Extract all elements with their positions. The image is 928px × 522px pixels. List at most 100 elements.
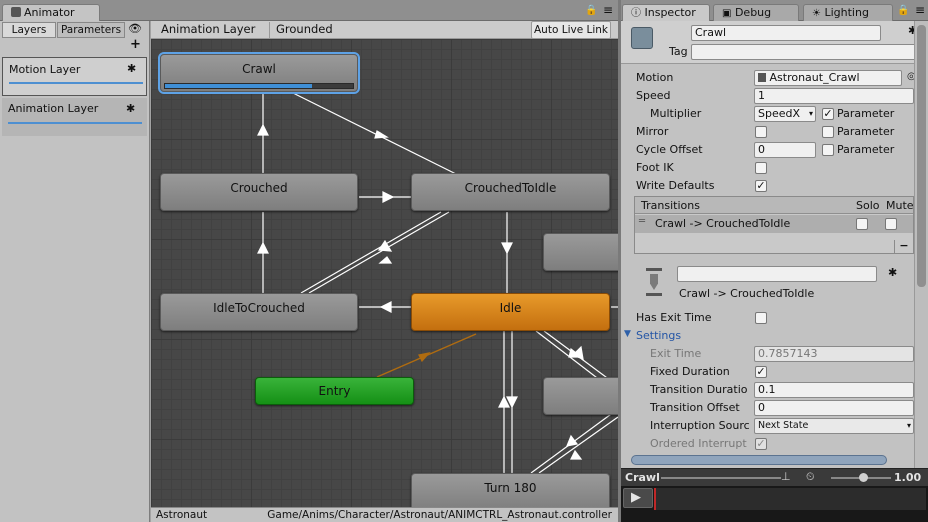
state-offscreen[interactable] bbox=[543, 377, 618, 415]
foot-ik-checkbox[interactable] bbox=[755, 162, 767, 174]
speed-field[interactable]: 1 bbox=[754, 88, 914, 104]
slider-thumb[interactable] bbox=[859, 473, 868, 482]
layer-item[interactable]: Animation Layer ✱ bbox=[2, 98, 147, 136]
inspector-scrollbar[interactable] bbox=[914, 21, 928, 468]
transition-arrows bbox=[257, 91, 618, 474]
state-offscreen[interactable] bbox=[543, 233, 618, 271]
transition-name-field[interactable] bbox=[677, 266, 877, 282]
lock-icon[interactable]: 🔒 bbox=[897, 5, 909, 16]
mute-checkbox[interactable] bbox=[885, 218, 897, 230]
transition-icon bbox=[644, 268, 664, 296]
transition-row[interactable]: ═ Crawl -> CrouchedToIdle bbox=[635, 215, 913, 233]
auto-live-link-button[interactable]: Auto Live Link bbox=[531, 21, 611, 39]
graph-canvas[interactable]: Crawl Crouched CrouchedToIdle IdleToCrou… bbox=[151, 39, 618, 507]
multiplier-parameter-checkbox[interactable]: ✓ bbox=[822, 108, 834, 120]
menu-icon[interactable]: ≡ bbox=[915, 3, 925, 17]
breadcrumb-item[interactable]: Animation Layer bbox=[155, 22, 261, 38]
preview-timeline[interactable] bbox=[656, 488, 926, 510]
transition-duration-field[interactable]: 0.1 bbox=[754, 382, 914, 398]
fixed-duration-checkbox[interactable]: ✓ bbox=[755, 366, 767, 378]
progress-fill bbox=[165, 84, 312, 88]
exit-time-field[interactable]: 0.7857143 bbox=[754, 346, 914, 362]
inspector-tab[interactable]: ⓘ Inspector bbox=[622, 4, 710, 21]
multiplier-dropdown[interactable]: SpeedX ▾ bbox=[754, 106, 816, 122]
gear-icon[interactable]: ✱ bbox=[888, 266, 897, 279]
layer-item[interactable]: Motion Layer ✱ bbox=[2, 57, 147, 96]
state-idle[interactable]: Idle bbox=[411, 293, 610, 331]
scrollbar-thumb[interactable] bbox=[917, 25, 926, 287]
chevron-down-icon: ▾ bbox=[906, 421, 911, 430]
transitions-title: Transitions bbox=[641, 199, 700, 212]
transitions-header: Transitions Solo Mute bbox=[635, 197, 914, 214]
mirror-parameter-checkbox[interactable] bbox=[822, 126, 834, 138]
solo-checkbox[interactable] bbox=[856, 218, 868, 230]
cycle-offset-parameter-checkbox[interactable] bbox=[822, 144, 834, 156]
settings-foldout-icon[interactable]: ▼ bbox=[624, 329, 631, 339]
state-progress-bar bbox=[164, 83, 354, 89]
mirror-checkbox[interactable] bbox=[755, 126, 767, 138]
ordered-interruption-checkbox[interactable]: ✓ bbox=[755, 438, 767, 450]
tag-label: Tag bbox=[669, 45, 688, 58]
layers-panel: Layers Parameters 👁 + Motion Layer ✱ Ani… bbox=[0, 21, 150, 522]
state-crouched-to-idle[interactable]: CrouchedToIdle bbox=[411, 173, 610, 211]
preview-clip-name: Crawl bbox=[625, 471, 660, 484]
parameters-tab[interactable]: Parameters bbox=[57, 22, 125, 38]
motion-label: Motion bbox=[636, 71, 674, 84]
state-turn-180[interactable]: Turn 180 bbox=[411, 473, 610, 507]
timeline-scrollbar[interactable] bbox=[621, 452, 914, 468]
animator-window-tab[interactable]: Animator bbox=[2, 4, 100, 21]
preview-speed-slider[interactable] bbox=[831, 473, 891, 482]
play-button[interactable]: ▶ bbox=[623, 488, 653, 508]
status-object: Astronaut bbox=[156, 509, 208, 521]
transition-row-label: Crawl -> CrouchedToIdle bbox=[655, 217, 791, 230]
parameter-label: Parameter bbox=[837, 125, 895, 138]
preview-timeline-line bbox=[661, 477, 781, 479]
gear-icon[interactable]: ✱ bbox=[127, 62, 136, 75]
settings-foldout[interactable]: Settings bbox=[636, 329, 681, 342]
inspector-tab-bar: ⓘ Inspector ▣ Debug ☀ Lighting 🔒 ≡ bbox=[621, 0, 928, 21]
speed-icon[interactable]: ⏲ bbox=[806, 470, 815, 484]
exit-time-label: Exit Time bbox=[650, 347, 702, 360]
drag-handle-icon[interactable]: ═ bbox=[639, 216, 645, 227]
preview-speed-value: 1.00 bbox=[894, 471, 922, 484]
pivot-icon[interactable]: ⊥ bbox=[781, 470, 791, 483]
lighting-tab[interactable]: ☀ Lighting bbox=[803, 4, 893, 21]
eye-icon[interactable]: 👁 bbox=[128, 22, 142, 35]
motion-field[interactable]: Astronaut_Crawl bbox=[754, 70, 902, 86]
layer-weight-bar bbox=[9, 82, 143, 84]
state-crawl[interactable]: Crawl bbox=[158, 52, 360, 94]
lock-icon[interactable]: 🔒 bbox=[585, 5, 597, 16]
parameter-label: Parameter bbox=[837, 107, 895, 120]
transition-offset-label: Transition Offset bbox=[650, 401, 740, 414]
status-bar: Astronaut Game/Anims/Character/Astronaut… bbox=[151, 507, 618, 522]
timeline-thumb[interactable] bbox=[631, 455, 887, 465]
arrow-head bbox=[257, 123, 269, 136]
add-layer-button[interactable]: + bbox=[130, 37, 141, 52]
state-idle-to-crouched[interactable]: IdleToCrouched bbox=[160, 293, 358, 331]
debug-tab[interactable]: ▣ Debug bbox=[713, 4, 799, 21]
remove-transition-button[interactable]: − bbox=[894, 240, 914, 254]
state-name-field[interactable]: Crawl bbox=[691, 25, 881, 41]
breadcrumb-item[interactable]: Grounded bbox=[269, 22, 339, 38]
state-header: Crawl Tag ✱ bbox=[621, 21, 921, 64]
preview-toolbar: Crawl ⊥ ⏲ 1.00 bbox=[621, 468, 928, 486]
state-crouched[interactable]: Crouched bbox=[160, 173, 358, 211]
info-icon: ⓘ bbox=[631, 8, 641, 19]
tag-field[interactable] bbox=[691, 44, 916, 60]
interruption-source-label: Interruption Sourc bbox=[650, 419, 750, 432]
parameter-label: Parameter bbox=[837, 143, 895, 156]
animator-tab-bar: Animator 🔒 ≡ bbox=[0, 0, 618, 21]
layers-tab[interactable]: Layers bbox=[2, 22, 56, 38]
has-exit-time-checkbox[interactable] bbox=[755, 312, 767, 324]
layer-weight-bar bbox=[8, 122, 142, 124]
transition-header: ✱ Crawl -> CrouchedToIdle bbox=[634, 262, 914, 304]
cycle-offset-field[interactable]: 0 bbox=[754, 142, 816, 158]
interruption-source-dropdown[interactable]: Next State ▾ bbox=[754, 418, 914, 434]
menu-icon[interactable]: ≡ bbox=[603, 3, 613, 17]
gear-icon[interactable]: ✱ bbox=[126, 102, 135, 115]
fixed-duration-label: Fixed Duration bbox=[650, 365, 730, 378]
transition-offset-field[interactable]: 0 bbox=[754, 400, 914, 416]
breadcrumb-bar: Animation Layer Grounded Auto Live Link bbox=[151, 21, 618, 39]
state-entry[interactable]: Entry bbox=[255, 377, 414, 405]
write-defaults-checkbox[interactable]: ✓ bbox=[755, 180, 767, 192]
